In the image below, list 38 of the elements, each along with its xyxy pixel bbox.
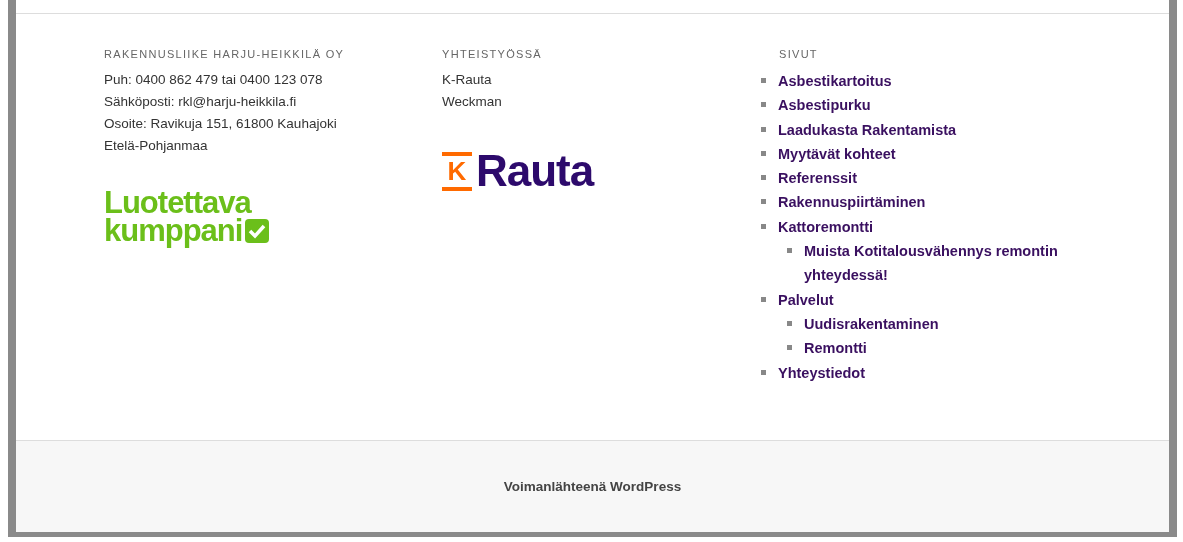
bullet-icon <box>761 78 766 83</box>
column-heading: SIVUT <box>779 48 819 60</box>
info-line: K-Rauta <box>442 71 492 89</box>
page-link[interactable]: Yhteystiedot <box>778 360 865 385</box>
bullet-icon <box>787 320 792 326</box>
credit-link[interactable]: Voimanlähteenä WordPress <box>503 479 682 494</box>
logo-mark: K <box>442 151 472 191</box>
bullet-icon <box>761 175 766 181</box>
info-line: Puh: 0400 862 479 tai 0400 123 078 <box>104 71 323 89</box>
bullet-icon <box>761 369 766 375</box>
column-heading: YHTEISTYÖSSÄ <box>442 48 543 60</box>
bullet-icon <box>761 199 766 205</box>
page-link[interactable]: Asbestipurku <box>778 93 871 118</box>
bullet-icon <box>761 150 766 156</box>
info-line: Etelä-Pohjanmaa <box>104 137 208 155</box>
info-line: Sähköposti: rkl@harju-heikkila.fi <box>104 93 297 111</box>
info-line: Weckman <box>442 93 502 111</box>
bullet-icon <box>761 126 766 132</box>
page-link[interactable]: Kattoremontti <box>778 214 874 240</box>
page-link[interactable]: Laadukasta Rakentamista <box>778 117 957 142</box>
page-link[interactable]: Uudisrakentaminen <box>804 311 939 337</box>
page-link[interactable]: Muista Kotitalousvähennys remontin yhteydessä! <box>804 239 1094 288</box>
page-link[interactable]: Palvelut <box>778 287 834 312</box>
info-line: Osoite: Ravikuja 151, 61800 Kauhajoki <box>104 115 337 133</box>
logo-text: Rauta <box>476 149 594 193</box>
page-link[interactable]: Remontti <box>804 336 867 361</box>
page-link[interactable]: Asbestikartoitus <box>778 69 892 94</box>
page-link[interactable]: Referenssit <box>778 166 857 191</box>
column-heading: RAKENNUSLIIKE HARJU-HEIKKILÄ OY <box>104 48 346 60</box>
logo-text: Luotettava <box>104 189 251 217</box>
check-icon <box>245 219 270 243</box>
bullet-icon <box>787 345 792 351</box>
page-link[interactable]: Myytävät kohteet <box>778 141 896 167</box>
bullet-icon <box>761 223 766 229</box>
bullet-icon <box>787 248 792 254</box>
bullet-icon <box>761 296 766 302</box>
page-link[interactable]: Rakennuspiirtäminen <box>778 190 926 215</box>
bullet-icon <box>761 102 766 108</box>
